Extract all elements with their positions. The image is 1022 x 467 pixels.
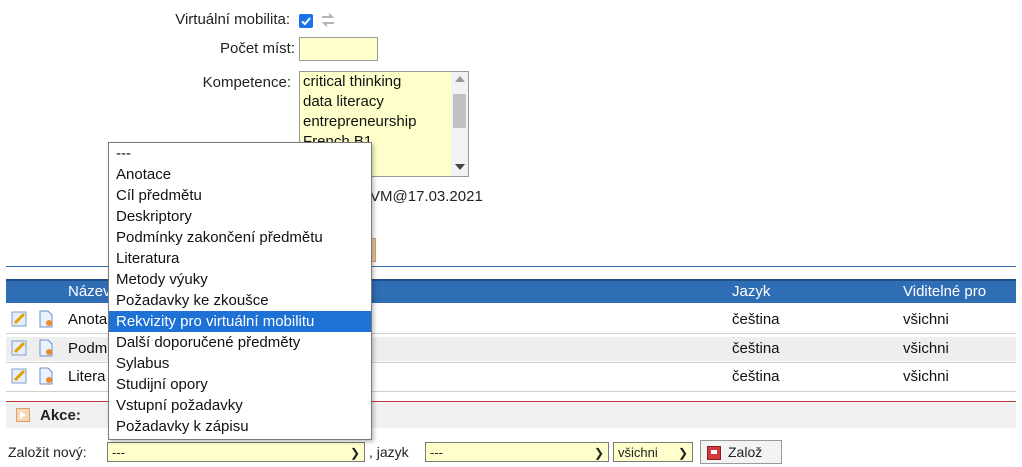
row-visible: všichni xyxy=(903,368,949,385)
row-name: Podm xyxy=(68,340,108,357)
header-visible[interactable]: Viditelné pro xyxy=(903,283,986,300)
row-name: Litera xyxy=(68,368,106,385)
dropdown-option[interactable]: Podmínky zakončení předmětu xyxy=(109,227,371,248)
actions-label: Akce: xyxy=(40,407,81,424)
virtual-mobility-checkbox[interactable] xyxy=(299,14,313,28)
sync-icon[interactable] xyxy=(320,11,336,33)
row-name: Anota xyxy=(68,311,108,328)
row-language: čeština xyxy=(732,311,780,328)
edit-icon[interactable] xyxy=(11,310,29,328)
language-label: , jazyk xyxy=(369,444,409,460)
competence-scrollbar[interactable] xyxy=(451,72,468,176)
row-language: čeština xyxy=(732,368,780,385)
expand-arrow-icon[interactable] xyxy=(16,408,30,422)
create-type-select[interactable]: --- ❯ xyxy=(107,442,365,462)
create-type-dropdown-list[interactable]: --- Anotace Cíl předmětu Deskriptory Podmínk… xyxy=(108,142,372,440)
edit-icon[interactable] xyxy=(11,339,29,357)
header-language[interactable]: Jazyk xyxy=(732,283,770,300)
competence-option[interactable]: critical thinking xyxy=(300,72,468,92)
row-language: čeština xyxy=(732,340,780,357)
edit-icon[interactable] xyxy=(11,367,29,385)
competence-option[interactable]: data literacy xyxy=(300,92,468,112)
chevron-down-icon: ❯ xyxy=(593,446,604,460)
create-button-label: Založ xyxy=(728,444,763,460)
dropdown-option[interactable]: Literatura xyxy=(109,248,371,269)
dropdown-option[interactable]: Metody výuky xyxy=(109,269,371,290)
scroll-down-icon[interactable] xyxy=(455,164,465,170)
competence-label: Kompetence: xyxy=(202,74,291,91)
dropdown-option[interactable]: Požadavky ke zkoušce xyxy=(109,290,371,311)
dropdown-option[interactable]: Sylabus xyxy=(109,353,371,374)
document-icon[interactable] xyxy=(37,339,55,357)
row-visible: všichni xyxy=(903,311,949,328)
document-icon[interactable] xyxy=(37,367,55,385)
language-select-value: --- xyxy=(430,445,443,460)
visibility-select-value: všichni xyxy=(618,445,658,460)
dropdown-option[interactable]: Vstupní požadavky xyxy=(109,395,371,416)
scroll-up-icon[interactable] xyxy=(455,76,465,82)
seats-input[interactable] xyxy=(299,37,378,61)
header-name[interactable]: Název xyxy=(68,283,111,300)
create-type-select-value: --- xyxy=(112,445,125,460)
dropdown-option[interactable]: Deskriptory xyxy=(109,206,371,227)
visibility-select[interactable]: všichni ❯ xyxy=(613,442,693,462)
chevron-down-icon: ❯ xyxy=(349,446,360,460)
document-icon[interactable] xyxy=(37,310,55,328)
language-select[interactable]: --- ❯ xyxy=(425,442,609,462)
dropdown-option[interactable]: Cíl předmětu xyxy=(109,185,371,206)
competence-option[interactable]: entrepreneurship xyxy=(300,112,468,132)
row-visible: všichni xyxy=(903,340,949,357)
scroll-thumb[interactable] xyxy=(453,94,466,128)
dropdown-option[interactable]: Anotace xyxy=(109,164,371,185)
dropdown-option[interactable]: Rekvizity pro virtuální mobilitu xyxy=(109,311,371,332)
virtual-mobility-label: Virtuální mobilita: xyxy=(175,11,290,28)
meta-text: VM@17.03.2021 xyxy=(370,188,483,205)
create-new-label: Založit nový: xyxy=(8,444,87,460)
dropdown-option[interactable]: --- xyxy=(109,143,371,164)
dropdown-option[interactable]: Studijní opory xyxy=(109,374,371,395)
save-icon xyxy=(707,446,721,460)
dropdown-option[interactable]: Další doporučené předměty xyxy=(109,332,371,353)
seats-label: Počet míst: xyxy=(219,40,295,57)
dropdown-option[interactable]: Požadavky k zápisu xyxy=(109,416,371,437)
chevron-down-icon: ❯ xyxy=(677,446,688,460)
create-button[interactable]: Založ xyxy=(700,440,782,464)
checkmark-icon xyxy=(301,17,311,26)
